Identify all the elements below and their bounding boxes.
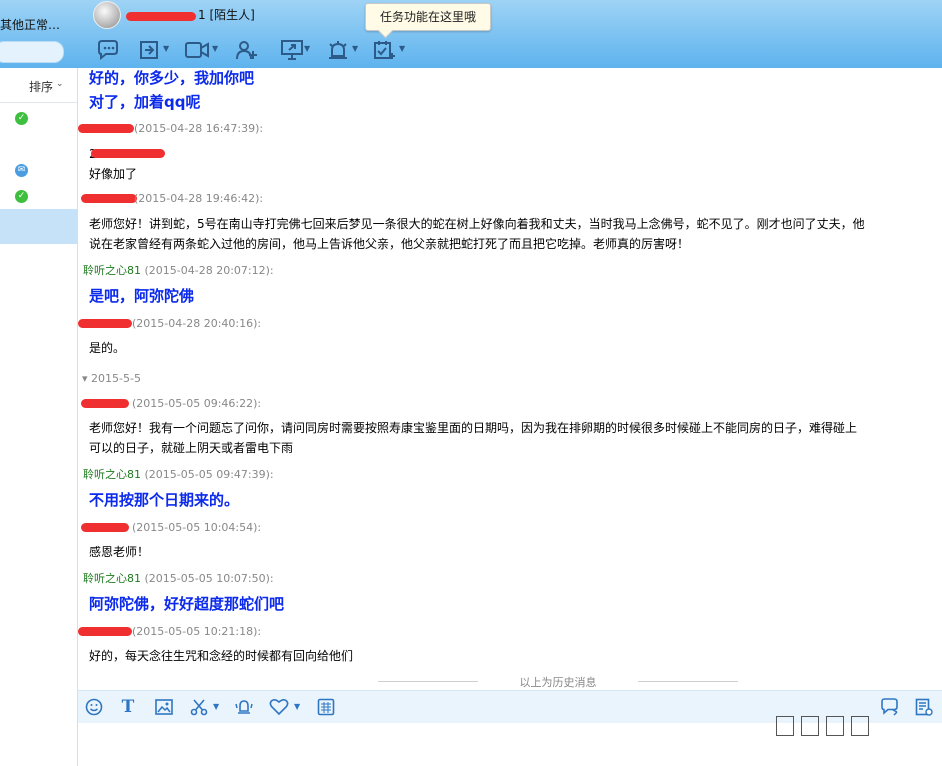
redacted-name xyxy=(81,194,137,203)
message-text: 好的，每天念往生咒和念经的时候都有回向给他们 xyxy=(89,649,354,663)
online-status-text: 其他正常… xyxy=(0,18,61,32)
message-sender: (2015-05-05 10:04:54): xyxy=(132,521,261,534)
chevron-down-icon[interactable]: ▼ xyxy=(399,44,405,53)
message-timestamp: (2015-05-05 10:21:18): xyxy=(132,625,262,638)
message-timestamp: (2015-04-28 20:07:12): xyxy=(144,264,274,277)
message-text: 好像加了 xyxy=(89,167,138,181)
message-sender: 聆听之心81 (2015-04-28 20:07:12): xyxy=(83,264,274,277)
contact-search-input[interactable] xyxy=(0,41,64,63)
chevron-down-icon[interactable]: ▼ xyxy=(212,44,218,53)
message-text: 是的。 xyxy=(89,341,126,355)
message-sender: (2015-05-05 09:46:22): xyxy=(132,397,261,410)
message-sender: 聆听之心81 (2015-05-05 10:07:50): xyxy=(83,572,274,585)
chevron-down-icon[interactable]: ▼ xyxy=(163,44,169,53)
reply-message: 对了，加着qq呢 xyxy=(89,93,201,111)
reply-message: 是吧，阿弥陀佛 xyxy=(89,287,195,305)
chevron-down-icon: ▾ xyxy=(82,372,92,385)
reply-message: 不用按那个日期来的。 xyxy=(89,491,240,509)
title-bar: 其他正常… 1 [陌生人] ▼ ▼ ▼ ▼ ▼ 任务功能在这里哦 xyxy=(0,0,942,68)
task-icon[interactable] xyxy=(373,39,397,61)
image-icon[interactable] xyxy=(154,697,174,717)
chat-icon[interactable] xyxy=(96,39,120,61)
placeholder-glyph xyxy=(851,716,869,736)
quick-reply-icon[interactable] xyxy=(316,697,336,717)
redacted-name xyxy=(126,12,196,21)
emoji-icon[interactable] xyxy=(84,697,104,717)
message-history-icon[interactable] xyxy=(880,697,900,717)
video-call-icon[interactable] xyxy=(185,39,209,61)
contact-sidebar: 排序 ⌄ ✓ ✉ ✓ xyxy=(0,68,78,766)
sort-label: 排序 xyxy=(29,80,54,94)
contact-name: 1 [陌生人] xyxy=(198,8,255,22)
message-text: 感恩老师！ xyxy=(89,545,150,559)
avatar[interactable] xyxy=(93,1,121,29)
message-sender: (2015-04-28 20:40:16): xyxy=(132,317,261,330)
message-timestamp: (2015-05-05 09:47:39): xyxy=(144,468,274,481)
online-status-icon: ✓ xyxy=(15,112,28,125)
message-history: 好的，你多少，我加你吧 对了，加着qq呢 (2015-04-28 16:47:3… xyxy=(78,68,942,690)
history-divider: 以上为历史消息 xyxy=(378,674,738,690)
message-timestamp: (2015-05-05 10:04:54): xyxy=(132,521,262,534)
redacted-name xyxy=(81,523,129,532)
chevron-down-icon[interactable]: ▼ xyxy=(213,702,219,711)
message-sender: (2015-05-05 10:21:18): xyxy=(132,625,261,638)
transfer-file-icon[interactable] xyxy=(137,39,161,61)
chevron-down-icon[interactable]: ▼ xyxy=(352,44,358,53)
placeholder-glyph xyxy=(776,716,794,736)
remote-desktop-icon[interactable] xyxy=(280,39,304,61)
selected-contact-row[interactable] xyxy=(0,209,77,244)
reply-message: 阿弥陀佛，好好超度那蛇们吧 xyxy=(89,595,285,613)
message-text: 老师您好！我有一个问题忘了问你，请问同房时需要按照寿康宝鉴里面的日期吗，因为我在… xyxy=(89,421,858,435)
redacted-name xyxy=(78,627,132,636)
records-icon[interactable] xyxy=(914,697,934,717)
message-timestamp: (2015-05-05 10:07:50): xyxy=(144,572,274,585)
message-text: 可以的日子，就碰上阴天或者雷电下雨 xyxy=(89,441,294,455)
redacted-text xyxy=(91,149,165,158)
message-timestamp: (2015-04-28 20:40:16): xyxy=(132,317,262,330)
message-sender: (2015-04-28 16:47:39): xyxy=(134,122,263,135)
mail-status-icon: ✉ xyxy=(15,164,28,177)
sort-button[interactable]: 排序 ⌄ xyxy=(0,68,77,103)
online-status-icon: ✓ xyxy=(15,190,28,203)
message-text: 老师您好！讲到蛇，5号在南山寺打完佛七回来后梦见一条很大的蛇在树上好像向着我和丈… xyxy=(89,217,865,231)
date-separator[interactable]: ▾ 2015-5-5 xyxy=(82,372,141,385)
placeholder-glyph xyxy=(801,716,819,736)
chevron-down-icon[interactable]: ▼ xyxy=(304,44,310,53)
gift-icon[interactable] xyxy=(269,697,289,717)
shake-icon[interactable] xyxy=(234,697,254,717)
message-sender: (2015-04-28 19:46:42): xyxy=(134,192,263,205)
chevron-down-icon[interactable]: ▼ xyxy=(294,702,300,711)
message-text: 说在老家曾经有两条蛇入过他的房间，他马上告诉他父亲，他父亲就把蛇打死了而且把它吃… xyxy=(89,237,690,251)
alarm-icon[interactable] xyxy=(326,39,350,61)
message-timestamp: (2015-05-05 09:46:22): xyxy=(132,397,262,410)
font-icon[interactable]: T xyxy=(118,697,138,717)
message-timestamp: (2015-04-28 19:46:42): xyxy=(134,192,264,205)
redacted-name xyxy=(78,124,134,133)
screenshot-icon[interactable] xyxy=(189,697,209,717)
task-tooltip: 任务功能在这里哦 xyxy=(365,3,491,31)
redacted-name xyxy=(78,319,132,328)
reply-message: 好的，你多少，我加你吧 xyxy=(89,69,255,87)
placeholder-glyph xyxy=(826,716,844,736)
chevron-down-icon: ⌄ xyxy=(56,79,64,89)
message-timestamp: (2015-04-28 16:47:39): xyxy=(134,122,264,135)
add-friend-icon[interactable] xyxy=(235,39,259,61)
message-sender: 聆听之心81 (2015-05-05 09:47:39): xyxy=(83,468,274,481)
redacted-name xyxy=(81,399,129,408)
